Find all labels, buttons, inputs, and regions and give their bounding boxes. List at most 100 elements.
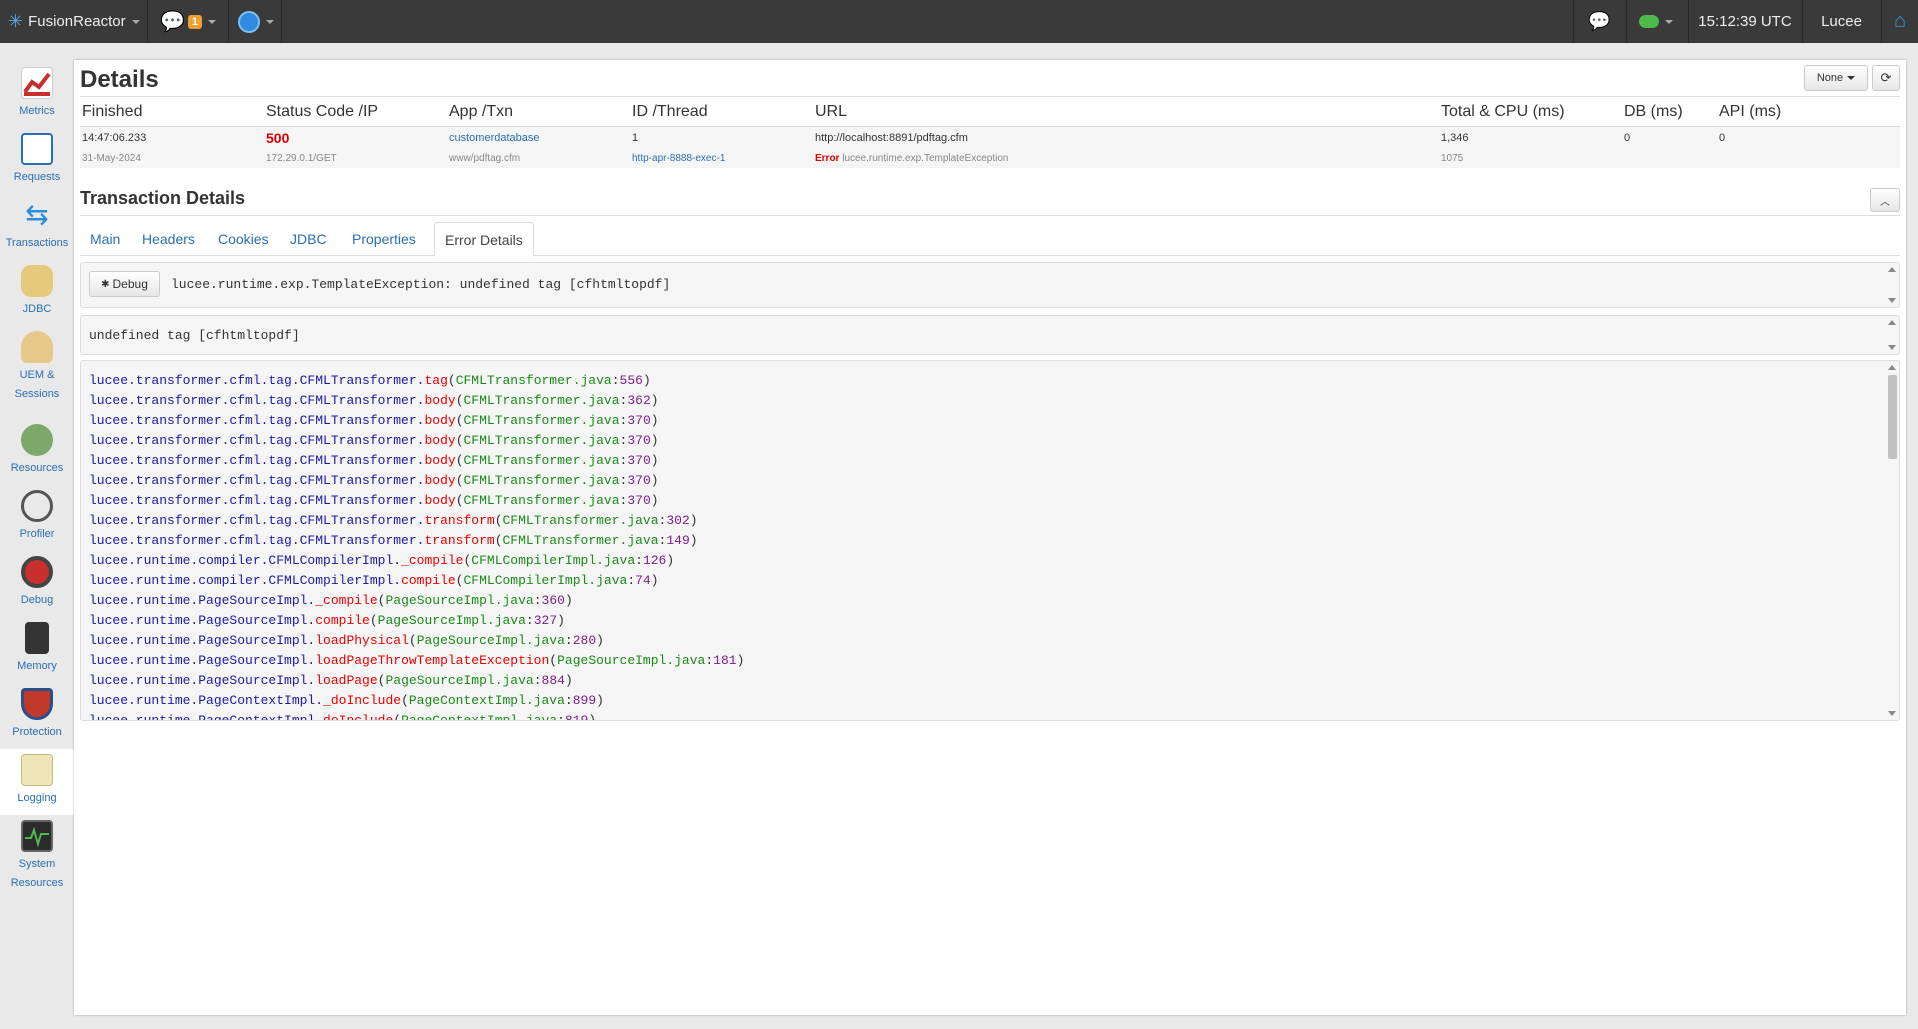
chevron-down-icon (208, 19, 217, 24)
sidebar-item-uem-sessions[interactable]: UEM & Sessions (0, 326, 74, 406)
stack-frame: lucee.runtime.PageContextImpl._doInclude… (89, 691, 744, 711)
scrollbar-thumb[interactable] (1888, 375, 1897, 459)
sidebar-item-resources[interactable]: Resources (0, 419, 74, 485)
sidebar-item-label: JDBC (22, 303, 52, 315)
frame-class: lucee.transformer.cfml.tag.CFMLTransform… (89, 513, 425, 528)
frame-punct: ( (455, 393, 464, 408)
frame-file: PageSourceImpl.java (385, 673, 534, 688)
frame-class: lucee.runtime.compiler.CFMLCompilerImpl. (89, 573, 402, 588)
column-header-total: Total & CPU (ms) (1441, 103, 1565, 120)
debug-button[interactable]: ✱ Debug (89, 271, 160, 297)
brand-menu[interactable]: ✳ FusionReactor (0, 0, 148, 43)
tab-error-details[interactable]: Error Details (434, 222, 534, 257)
error-label: Error (815, 153, 840, 164)
frame-line: 126 (642, 553, 667, 568)
tab-headers[interactable]: Headers (132, 222, 205, 256)
transaction-id: 1 (632, 132, 639, 144)
stack-frame: lucee.transformer.cfml.tag.CFMLTransform… (89, 451, 744, 471)
frame-line: 370 (627, 433, 651, 448)
sidebar-item-logging[interactable]: Logging (0, 749, 74, 815)
sidebar-item-label: Debug (20, 594, 54, 606)
frame-punct: ( (455, 453, 464, 468)
frame-line: 370 (627, 453, 651, 468)
frame-file: CFMLTransformer.java (463, 493, 620, 508)
cloud-menu[interactable] (1626, 0, 1687, 43)
total-time: 1,346 (1441, 132, 1469, 144)
frame-punct: ) (557, 613, 565, 628)
monitor-icon (21, 820, 53, 852)
sidebar-item-memory[interactable]: Memory (0, 617, 74, 683)
top-navbar: ✳ FusionReactor 💬 1 💬 15:12:39 UTC Lucee… (0, 0, 1918, 43)
chat-button[interactable]: 💬 (1573, 0, 1625, 43)
frame-class: lucee.runtime.PageContextImpl. (89, 693, 324, 708)
scrollbar[interactable] (1885, 263, 1899, 307)
refresh-button[interactable]: ⟳ (1872, 65, 1900, 91)
db-time: 0 (1624, 132, 1631, 144)
notification-count-badge: 1 (187, 14, 203, 29)
frame-file: PageSourceImpl.java (416, 633, 565, 648)
sidebar-item-requests[interactable]: Requests (0, 128, 74, 194)
sidebar-item-label: Metrics (19, 105, 55, 117)
sidebar-item-protection[interactable]: Protection (0, 683, 74, 749)
refresh-icon: ⟳ (1880, 70, 1892, 85)
column-header-url: URL (815, 103, 848, 120)
thread-link[interactable]: http-apr-8888-exec-1 (632, 153, 725, 164)
sidebar-item-debug[interactable]: Debug (0, 551, 74, 617)
tab-jdbc[interactable]: JDBC (280, 222, 337, 256)
cloud-upload-icon (1639, 15, 1659, 28)
debug-icon (21, 556, 53, 588)
frame-punct: ) (650, 453, 659, 468)
error-message: undefined tag [cfhtmltopdf] (89, 328, 300, 343)
frame-class: lucee.transformer.cfml.tag.CFMLTransform… (89, 373, 425, 388)
frame-class: lucee.runtime.PageContextImpl. (89, 713, 324, 721)
exception-box: ✱ Debug lucee.runtime.exp.TemplateExcept… (80, 262, 1900, 308)
collapse-button[interactable]: ︿ (1870, 188, 1900, 212)
sidebar-item-label: UEM & Sessions (14, 369, 60, 400)
notifications-menu[interactable]: 💬 1 (149, 0, 229, 43)
stack-frame: lucee.transformer.cfml.tag.CFMLTransform… (89, 411, 744, 431)
frame-line: 370 (627, 493, 651, 508)
none-dropdown-button[interactable]: None (1804, 65, 1868, 91)
frame-class: lucee.transformer.cfml.tag.CFMLTransform… (89, 533, 425, 548)
frame-method: transform (424, 513, 495, 528)
frame-line: 370 (627, 413, 651, 428)
page-title: Details (80, 66, 159, 93)
user-menu[interactable]: Lucee (1802, 0, 1880, 43)
frame-file: CFMLCompilerImpl.java (463, 573, 628, 588)
frame-file: PageSourceImpl.java (557, 653, 706, 668)
globe-icon (238, 10, 260, 33)
tab-cookies[interactable]: Cookies (208, 222, 279, 256)
instance-menu[interactable] (230, 0, 282, 43)
chevron-down-icon (266, 19, 274, 24)
brand-label: FusionReactor (28, 13, 126, 30)
frame-line: 181 (713, 653, 737, 668)
frame-punct: ) (564, 593, 573, 608)
frame-line: 360 (541, 593, 565, 608)
tab-properties[interactable]: Properties (342, 222, 426, 256)
transaction-tabs: Main Headers Cookies JDBC Properties Err… (80, 222, 1900, 257)
sidebar-item-system-resources[interactable]: System Resources (0, 815, 74, 895)
tab-main[interactable]: Main (80, 222, 130, 256)
frame-file: CFMLTransformer.java (463, 473, 620, 488)
frame-punct: : (611, 373, 620, 388)
sidebar-item-metrics[interactable]: Metrics (0, 62, 74, 128)
frame-punct: ( (455, 493, 464, 508)
sidebar-item-profiler[interactable]: Profiler (0, 485, 74, 551)
frame-class: lucee.transformer.cfml.tag.CFMLTransform… (89, 413, 425, 428)
chevron-down-icon (1665, 19, 1673, 24)
frame-class: lucee.runtime.PageSourceImpl. (89, 613, 316, 628)
frame-method: compile (401, 573, 456, 588)
frame-punct: ( (455, 433, 464, 448)
frame-line: 302 (666, 513, 690, 528)
sidebar-item-jdbc[interactable]: JDBC (0, 260, 74, 326)
finished-date: 31-May-2024 (82, 153, 141, 164)
arrows-icon: ⇆ (25, 199, 49, 230)
frame-class: lucee.runtime.PageSourceImpl. (89, 593, 316, 608)
scrollbar[interactable] (1885, 316, 1899, 354)
frame-line: 556 (619, 373, 643, 388)
scrollbar[interactable] (1885, 361, 1899, 720)
frame-punct: ) (650, 573, 659, 588)
home-button[interactable]: ⌂ (1881, 0, 1918, 43)
app-link[interactable]: customerdatabase (449, 132, 540, 144)
sidebar-item-transactions[interactable]: ⇆ Transactions (0, 194, 74, 260)
